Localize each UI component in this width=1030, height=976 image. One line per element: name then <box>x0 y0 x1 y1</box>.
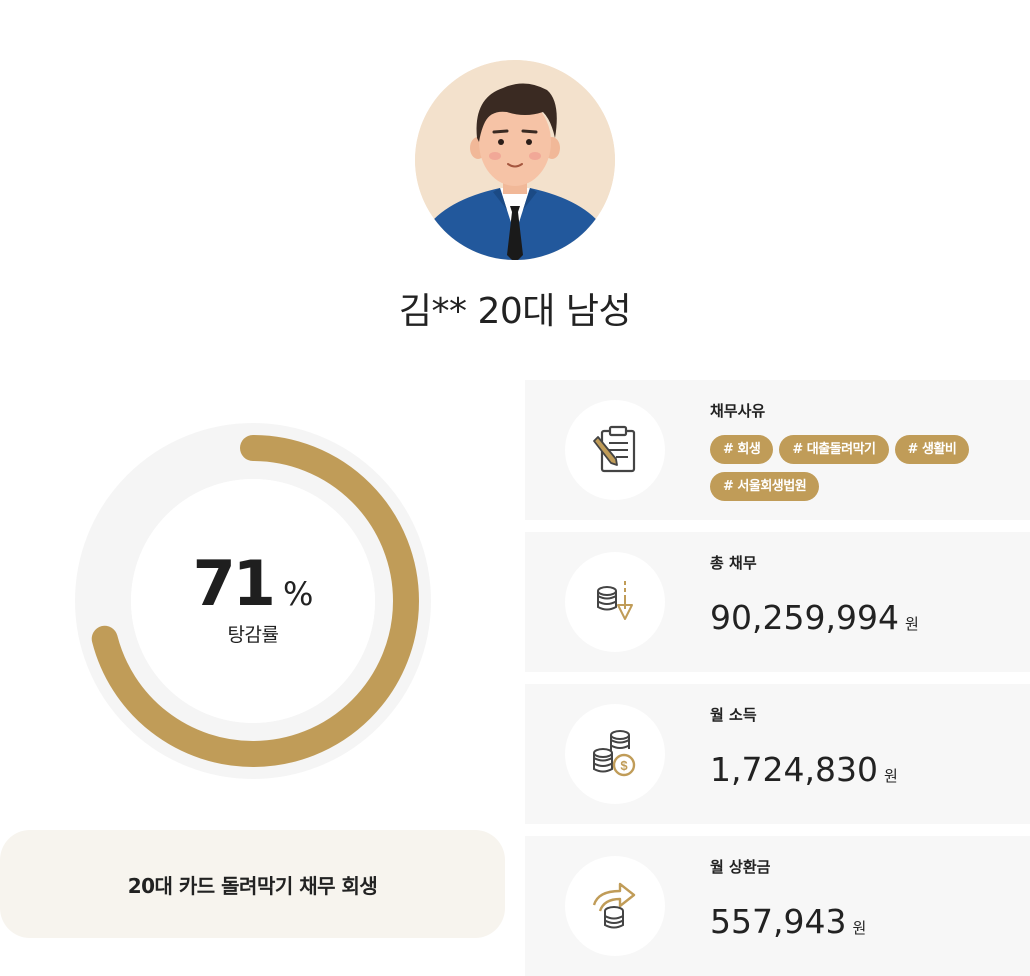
monthly-income-card: $ 월 소득 1,724,830 원 <box>525 684 1030 824</box>
reduction-ring: 71 % 탕감률 <box>73 421 433 781</box>
tag-seoul-court[interactable]: # 서울회생법원 <box>710 472 820 501</box>
coins-down-arrow-icon <box>597 581 633 620</box>
reduction-value-row: 71 % <box>193 547 314 620</box>
monthly-repayment-unit: 원 <box>852 919 867 937</box>
monthly-repayment-title: 월 상환금 <box>710 858 771 876</box>
tag-living-expenses[interactable]: # 생활비 <box>894 435 970 464</box>
reduction-value: 71 <box>192 547 276 620</box>
monthly-income-amount-row: 1,724,830 원 <box>710 750 898 789</box>
man-in-suit-avatar-icon <box>415 60 615 260</box>
monthly-repayment-amount: 557,943 <box>710 902 847 941</box>
ring-center: 71 % 탕감률 <box>73 421 433 781</box>
total-debt-icon-circle <box>565 552 665 652</box>
profile-name: 김** 20대 남성 <box>398 291 632 332</box>
debt-reason-tags: # 회생 # 대출돌려막기 # 생활비 # 서울회생법원 <box>710 435 1010 501</box>
monthly-repayment-icon-circle <box>565 856 665 956</box>
monthly-repayment-amount-row: 557,943 원 <box>710 902 866 941</box>
monthly-income-unit: 원 <box>883 767 898 785</box>
total-debt-amount: 90,259,994 <box>710 598 899 637</box>
debt-reason-icon-circle <box>565 400 665 500</box>
debt-reason-card: 채무사유 # 회생 # 대출돌려막기 # 생활비 # 서울회생법원 <box>525 380 1030 520</box>
monthly-income-icon-circle: $ <box>565 704 665 804</box>
monthly-income-amount: 1,724,830 <box>710 750 878 789</box>
reduction-label: 탕감률 <box>227 624 279 646</box>
svg-text:$: $ <box>620 758 628 773</box>
coin-stacks-icon: $ <box>593 730 636 777</box>
profile-avatar <box>415 60 615 260</box>
coins-return-arrow-icon <box>592 882 636 929</box>
clipboard-pencil-icon <box>593 425 636 473</box>
monthly-repayment-card: 월 상환금 557,943 원 <box>525 836 1030 976</box>
tag-rehabilitation[interactable]: # 회생 <box>710 435 774 464</box>
case-title-box: 20대 카드 돌려막기 채무 회생 <box>0 830 505 938</box>
total-debt-unit: 원 <box>904 615 919 633</box>
monthly-income-title: 월 소득 <box>710 706 757 724</box>
debt-reason-title: 채무사유 <box>710 402 766 420</box>
total-debt-card: 총 채무 90,259,994 원 <box>525 532 1030 672</box>
total-debt-title: 총 채무 <box>710 554 757 572</box>
reduction-unit: % <box>282 575 314 613</box>
case-title: 20대 카드 돌려막기 채무 회생 <box>127 873 378 898</box>
tag-loan-rollover[interactable]: # 대출돌려막기 <box>779 435 889 464</box>
total-debt-amount-row: 90,259,994 원 <box>710 598 919 637</box>
